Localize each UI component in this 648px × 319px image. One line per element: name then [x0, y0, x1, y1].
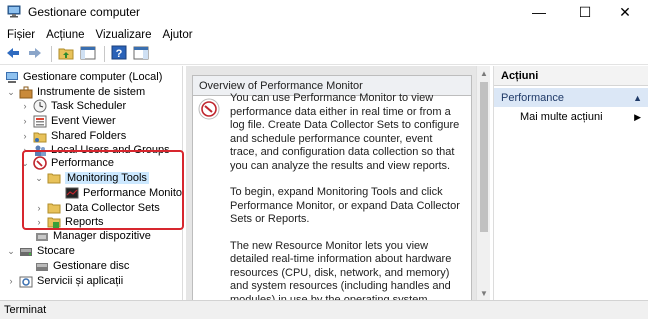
scroll-up-icon[interactable]: ▲ — [477, 66, 491, 80]
actions-header: Acțiuni — [494, 66, 648, 86]
status-text: Terminat — [4, 304, 47, 316]
chevron-right-icon[interactable]: › — [20, 145, 30, 155]
shared-folder-icon — [32, 129, 47, 143]
arrow-right-icon — [28, 47, 42, 62]
services-icon — [18, 274, 33, 288]
show-hide-action-pane-button[interactable] — [131, 45, 151, 63]
toolbar-separator — [104, 46, 105, 62]
chevron-right-icon[interactable]: › — [20, 131, 30, 141]
tree-item-performance[interactable]: ⌄ Performance — [20, 155, 114, 171]
chevron-right-icon[interactable]: › — [34, 203, 44, 213]
tree-item-label: Shared Folders — [51, 130, 127, 142]
tree-item-label: Data Collector Sets — [65, 202, 160, 214]
help-button[interactable]: ? — [109, 45, 129, 63]
tree-item-label: Event Viewer — [51, 115, 116, 127]
show-hide-console-tree-button[interactable] — [78, 45, 98, 63]
device-manager-icon — [34, 229, 49, 243]
arrow-left-icon — [6, 47, 20, 62]
collapse-up-icon[interactable]: ▲ — [633, 93, 642, 103]
actions-pane: Acțiuni Performance ▲ Mai multe acțiuni … — [493, 66, 648, 300]
chevron-down-icon[interactable]: ⌄ — [34, 173, 44, 184]
tree-item-label: Performance Monitor — [83, 187, 183, 199]
toolbar: ? — [0, 44, 648, 65]
tree-item-label: Reports — [65, 216, 104, 228]
close-button[interactable]: ✕ — [602, 0, 648, 24]
content-pane: Overview of Performance Monitor You can … — [186, 66, 490, 300]
chevron-right-icon[interactable]: › — [20, 101, 30, 111]
status-bar: Terminat — [0, 300, 648, 319]
toolbar-separator — [51, 46, 52, 62]
menu-view[interactable]: Vizualizare — [95, 29, 151, 41]
tree-item-monitoring-tools[interactable]: ⌄ Monitoring Tools — [34, 170, 149, 186]
chevron-down-icon[interactable]: ⌄ — [6, 246, 16, 257]
submenu-arrow-icon: ▶ — [634, 112, 641, 122]
reports-icon — [46, 215, 61, 229]
tree-item-device-manager[interactable]: Manager dispozitive — [34, 228, 151, 244]
window-title: Gestionare computer — [28, 5, 141, 19]
console-tree: Gestionare computer (Local) ⌄ Instrument… — [0, 66, 183, 300]
tree-item-services[interactable]: › Servicii și aplicații — [6, 273, 123, 289]
clock-icon — [32, 99, 47, 113]
tree-item-performance-monitor[interactable]: Performance Monitor — [64, 185, 183, 201]
tree-item-storage[interactable]: ⌄ Stocare — [6, 243, 75, 259]
monitor-chart-icon — [64, 186, 79, 200]
more-actions-label: Mai multe acțiuni — [520, 111, 603, 123]
minimize-button[interactable]: — — [516, 0, 562, 24]
chevron-right-icon[interactable]: › — [34, 217, 44, 227]
scrollbar-thumb[interactable] — [480, 82, 488, 232]
tree-item-event-viewer[interactable]: › Event Viewer — [20, 113, 116, 129]
actions-section-performance[interactable]: Performance ▲ — [494, 88, 648, 107]
overview-paragraph: The new Resource Monitor lets you view d… — [230, 239, 452, 301]
tree-item-label: Task Scheduler — [51, 100, 127, 112]
folder-icon — [46, 201, 61, 215]
console-tree-icon — [80, 46, 96, 63]
event-viewer-icon — [32, 114, 47, 128]
overview-text: You can use Performance Monitor to view … — [230, 92, 460, 300]
more-actions-item[interactable]: Mai multe acțiuni ▶ — [494, 108, 648, 126]
tree-item-label: Servicii și aplicații — [37, 275, 124, 287]
menu-bar: Fișier Acțiune Vizualizare Ajutor — [0, 25, 648, 44]
toolbox-icon — [18, 85, 33, 99]
chevron-right-icon[interactable]: › — [6, 276, 16, 286]
tree-item-label: Stocare — [37, 245, 75, 257]
tree-item-label: Performance — [51, 157, 114, 169]
tree-item-label: Instrumente de sistem — [37, 86, 146, 98]
overview-paragraph: You can use Performance Monitor to view … — [230, 92, 460, 172]
folder-icon — [46, 171, 61, 185]
computer-management-icon — [4, 70, 19, 84]
help-icon: ? — [111, 45, 127, 63]
forward-button[interactable] — [25, 45, 45, 63]
folder-up-icon — [58, 46, 74, 63]
scroll-down-icon[interactable]: ▼ — [477, 286, 491, 300]
tree-item-label: Monitoring Tools — [65, 172, 149, 184]
menu-file[interactable]: Fișier — [7, 29, 35, 41]
chevron-down-icon[interactable]: ⌄ — [20, 158, 30, 169]
storage-icon — [18, 244, 33, 258]
menu-action[interactable]: Acțiune — [46, 29, 84, 41]
tree-item-label: Manager dispozitive — [53, 230, 151, 242]
tree-item-root[interactable]: Gestionare computer (Local) — [4, 69, 162, 85]
svg-text:?: ? — [116, 48, 123, 60]
back-button[interactable] — [3, 45, 23, 63]
disk-icon — [34, 259, 49, 273]
tree-item-label: Gestionare computer (Local) — [23, 71, 163, 83]
tree-item-task-scheduler[interactable]: › Task Scheduler — [20, 98, 126, 114]
chevron-down-icon[interactable]: ⌄ — [6, 87, 16, 98]
menu-help[interactable]: Ajutor — [163, 29, 193, 41]
title-bar: Gestionare computer — ☐ ✕ — [0, 0, 648, 24]
performance-monitor-icon — [198, 98, 220, 120]
action-pane-icon — [133, 46, 149, 63]
tree-item-disk-management[interactable]: Gestionare disc — [34, 258, 129, 274]
computer-management-icon — [7, 5, 21, 18]
performance-icon — [32, 156, 47, 170]
actions-section-label: Performance — [501, 91, 564, 104]
vertical-scrollbar[interactable]: ▲ ▼ — [476, 66, 490, 300]
tree-item-label: Gestionare disc — [53, 260, 130, 272]
up-folder-button[interactable] — [56, 45, 76, 63]
overview-paragraph: To begin, expand Monitoring Tools and cl… — [230, 186, 460, 225]
chevron-right-icon[interactable]: › — [20, 116, 30, 126]
